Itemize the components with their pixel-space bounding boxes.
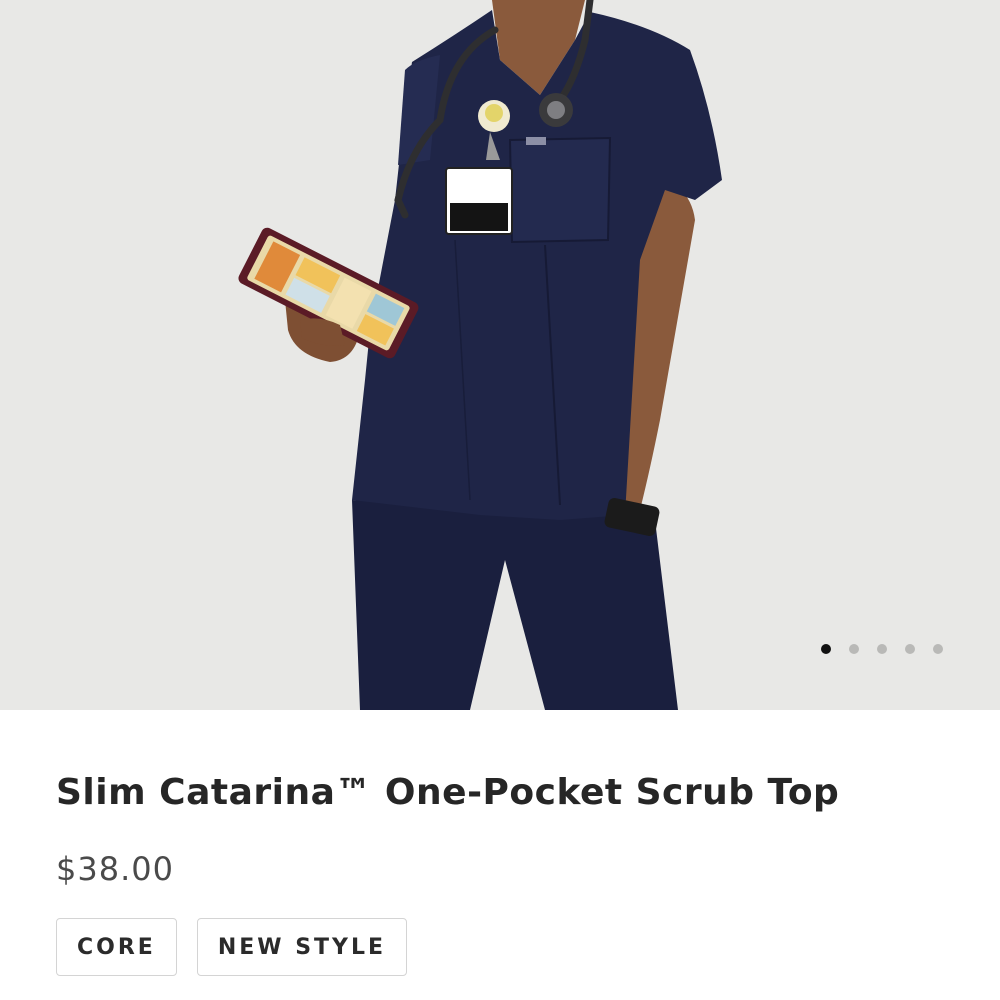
product-image-gallery[interactable]: [0, 0, 1000, 710]
product-tags: CORE NEW STYLE: [56, 918, 408, 976]
carousel-dot-5[interactable]: [933, 644, 943, 654]
product-image[interactable]: [0, 0, 1000, 710]
product-price: $38.00: [56, 850, 174, 888]
tag-core[interactable]: CORE: [56, 918, 177, 976]
carousel-dot-2[interactable]: [849, 644, 859, 654]
carousel-dot-3[interactable]: [877, 644, 887, 654]
carousel-dot-4[interactable]: [905, 644, 915, 654]
carousel-dots: [821, 644, 943, 654]
tag-new-style[interactable]: NEW STYLE: [196, 918, 408, 976]
product-title: Slim Catarina™ One-Pocket Scrub Top: [56, 772, 840, 813]
carousel-dot-1[interactable]: [821, 644, 831, 654]
